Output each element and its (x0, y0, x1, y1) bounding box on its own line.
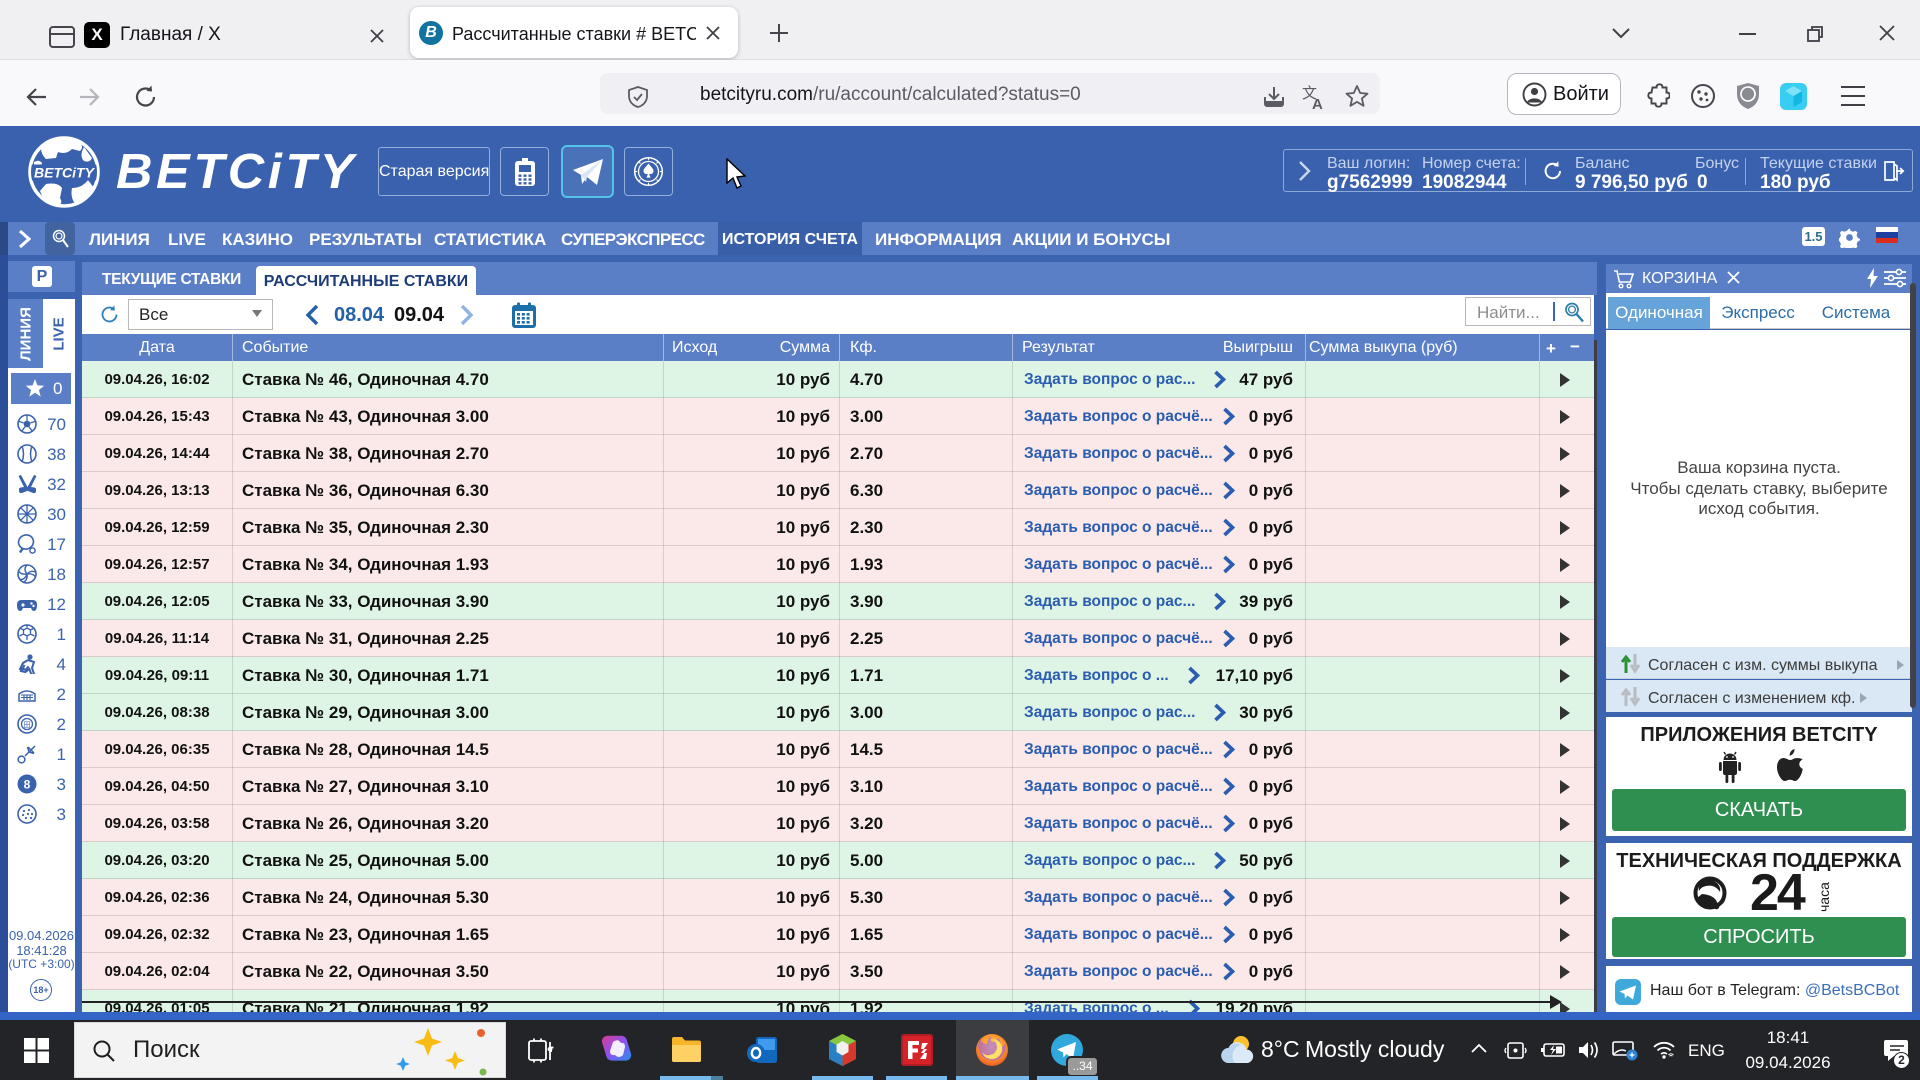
svg-text:BETCiTY: BETCiTY (34, 165, 96, 181)
svg-text:A: A (1312, 96, 1323, 112)
